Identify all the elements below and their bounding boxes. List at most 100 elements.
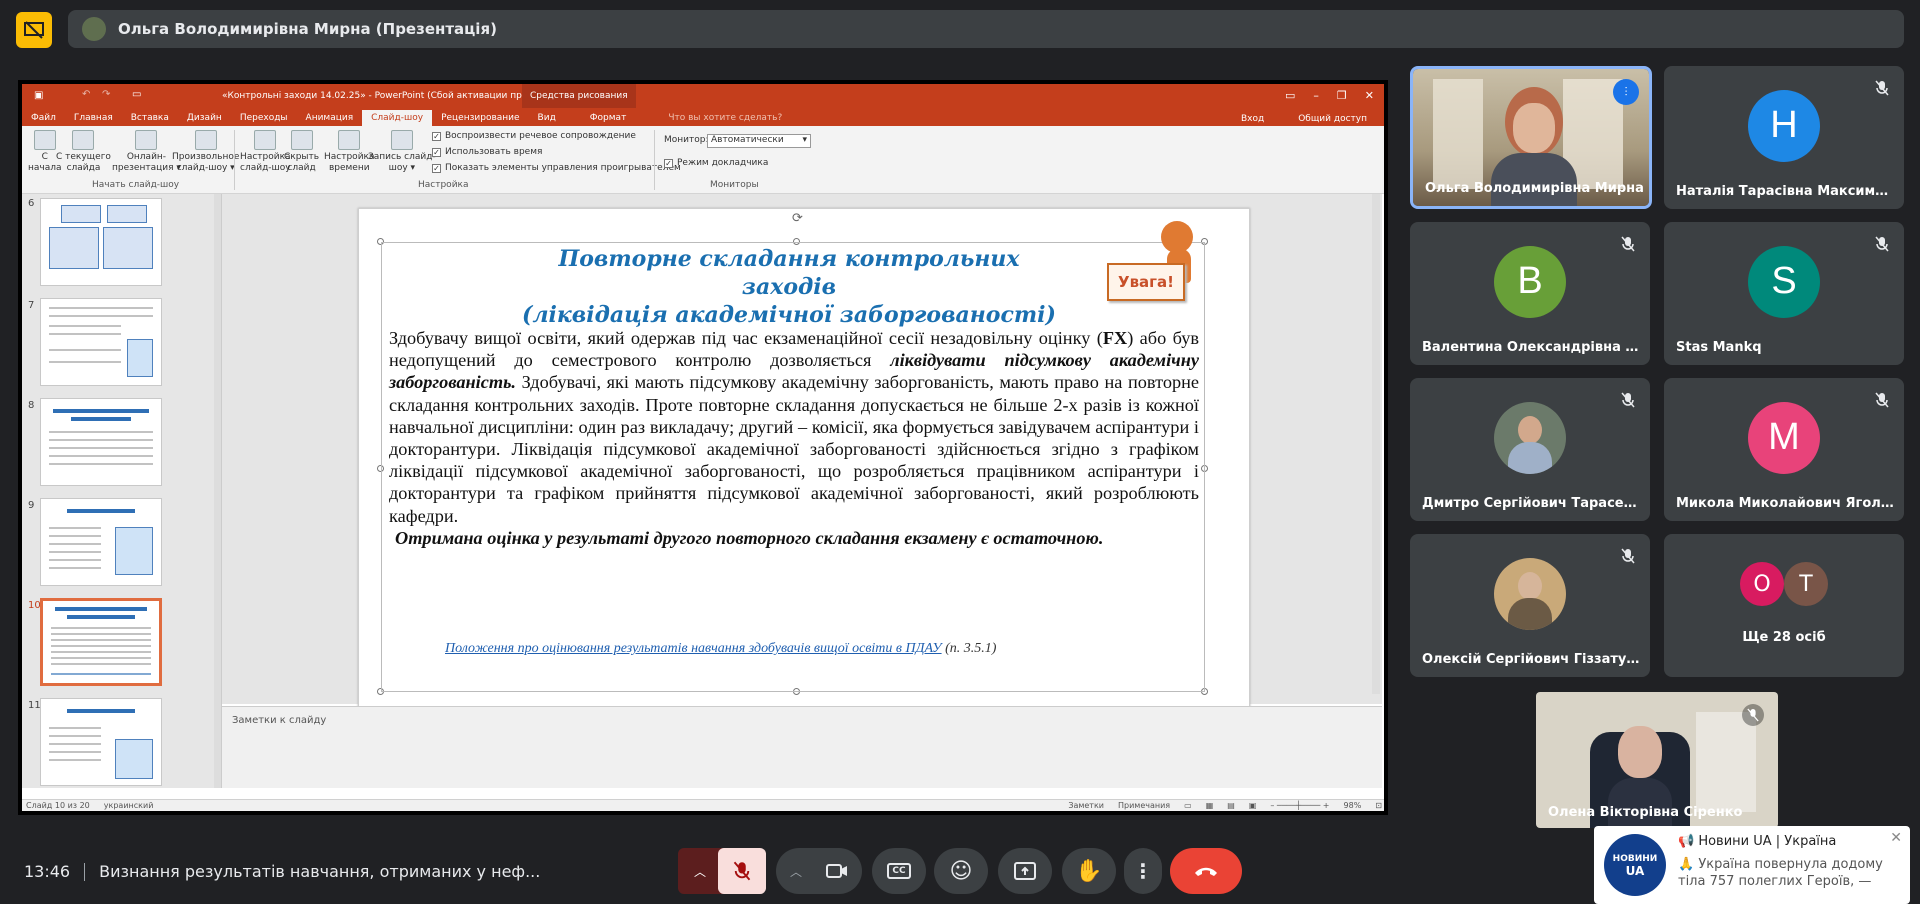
more-options-button[interactable]: ⋮ [1124, 848, 1162, 894]
thumb-line [51, 645, 151, 647]
presenter-view-checkbox[interactable]: ✓ Режим докладчика [664, 158, 768, 168]
hide-slide-button[interactable]: Скрыть слайд [284, 130, 319, 174]
menu-view[interactable]: Вид [529, 110, 565, 126]
meeting-info: 13:46 Визнання результатів навчання, отр… [24, 862, 540, 881]
meeting-title[interactable]: Визнання результатів навчання, отриманих… [99, 862, 540, 881]
tell-me-field[interactable]: Что вы хотите сделать? [659, 110, 791, 126]
canvas-scrollbar[interactable] [1372, 194, 1380, 694]
mic-off-icon [1872, 234, 1892, 254]
regulation-link-text[interactable]: Положення про оцінювання результатів нав… [445, 641, 942, 656]
online-presentation-button[interactable]: Онлайн-презентация ▾ [112, 130, 181, 174]
hide-icon [290, 130, 313, 150]
menu-transitions[interactable]: Переходы [231, 110, 297, 126]
rehearse-timings-button[interactable]: Настройка времени [324, 130, 375, 174]
thumb-line [49, 431, 153, 433]
menu-slideshow[interactable]: Слайд-шоу [362, 110, 433, 126]
photo-face [1518, 571, 1542, 600]
redo-icon[interactable]: ↷ [102, 89, 110, 100]
language-status[interactable]: украинский [104, 801, 154, 810]
camera-options-button[interactable]: ︿ [776, 848, 816, 894]
mic-toggle-button[interactable] [718, 848, 766, 894]
slide-thumbnail-6[interactable] [40, 198, 162, 286]
thumb-number: 10 [28, 600, 41, 611]
minimize-icon[interactable]: – [1313, 89, 1319, 102]
slideshow-view-icon[interactable]: ▣ [1249, 801, 1257, 810]
close-icon[interactable]: ✕ [1365, 89, 1374, 102]
menu-home[interactable]: Главная [65, 110, 122, 126]
captions-button[interactable]: CC [872, 848, 926, 894]
participant-tile[interactable]: S Stas Mankq [1664, 222, 1904, 365]
thumb-image [115, 739, 153, 779]
notes-pane[interactable]: Заметки к слайду [222, 706, 1382, 788]
close-icon[interactable]: ✕ [1890, 830, 1902, 846]
more-participants-tile[interactable]: О Т Ще 28 осіб [1664, 534, 1904, 677]
thumb-shape [49, 227, 99, 269]
divider [654, 130, 655, 190]
slide-thumbnail-11[interactable] [40, 698, 162, 786]
participant-tile[interactable]: Н Наталія Тарасівна Максимен... [1664, 66, 1904, 209]
participant-tile[interactable]: Дмитро Сергійович Тарасен... [1410, 378, 1650, 521]
slide-thumbnail-8[interactable] [40, 398, 162, 486]
raise-hand-button[interactable]: ✋ [1062, 848, 1116, 894]
push-notification[interactable]: НОВИНИ UA 📢 Новини UA | Україна 🙏 Україн… [1594, 826, 1910, 904]
use-timings-checkbox[interactable]: ✓ Использовать время [432, 147, 542, 157]
restore-icon[interactable]: ❐ [1337, 89, 1347, 102]
fit-slide-icon[interactable]: ⊡ [1375, 801, 1382, 810]
zoom-level[interactable]: 98% [1344, 801, 1362, 810]
menu-file[interactable]: Файл [22, 110, 65, 126]
leave-call-button[interactable] [1170, 848, 1242, 894]
photo-body [1508, 597, 1552, 630]
presentation-icon[interactable] [16, 12, 52, 48]
menu-review[interactable]: Рецензирование [432, 110, 528, 126]
menu-animation[interactable]: Анимация [297, 110, 363, 126]
regulation-link[interactable]: Положення про оцінювання результатів нав… [445, 641, 1145, 657]
emoji-icon: ☺ [949, 858, 973, 884]
thumbnail-scrollbar[interactable] [214, 194, 221, 788]
from-current-button[interactable]: С текущего слайда [56, 130, 111, 174]
group-setup-label: Настройка [418, 180, 469, 190]
thumb-line [51, 651, 151, 653]
record-slideshow-button[interactable]: Запись слайд-шоу ▾ [368, 130, 436, 174]
monitor-select[interactable]: Автоматически ▾ [707, 134, 811, 148]
narration-checkbox[interactable]: ✓ Воспроизвести речевое сопровождение [432, 131, 636, 141]
notes-toggle[interactable]: Заметки [1068, 801, 1104, 810]
comments-toggle[interactable]: Примечания [1118, 801, 1170, 810]
media-controls-checkbox[interactable]: ✓ Показать элементы управления проигрыват… [432, 163, 681, 173]
signin-link[interactable]: Вход [1232, 111, 1273, 127]
thumb-line [49, 333, 121, 335]
ribbon-display-icon[interactable]: ▭ [1285, 89, 1295, 102]
custom-slideshow-button[interactable]: Произвольное слайд-шоу ▾ [172, 130, 239, 174]
menu-format[interactable]: Формат [581, 110, 636, 126]
thumb-line [51, 633, 151, 635]
undo-icon[interactable]: ↶ [82, 89, 90, 100]
thumb-title [71, 417, 131, 421]
sorter-view-icon[interactable]: ▦ [1206, 801, 1214, 810]
camera-toggle-button[interactable] [814, 848, 860, 894]
present-button[interactable] [998, 848, 1052, 894]
share-button[interactable]: Общий доступ [1289, 111, 1376, 127]
thumb-line [49, 349, 121, 351]
rotate-handle-icon[interactable]: ⟳ [792, 211, 803, 226]
save-icon[interactable]: ▣ [34, 90, 43, 101]
btn-l2: презентация ▾ [112, 163, 181, 173]
menu-design[interactable]: Дизайн [178, 110, 231, 126]
slide-thumbnail-7[interactable] [40, 298, 162, 386]
reactions-button[interactable]: ☺ [934, 848, 988, 894]
checkbox-label: Использовать время [445, 147, 543, 157]
self-view-tile[interactable]: Олена Вікторівна Сіренко [1536, 692, 1778, 828]
open-icon[interactable]: ▭ [132, 89, 141, 100]
menu-insert[interactable]: Вставка [122, 110, 178, 126]
monitor-value: Автоматически [711, 135, 784, 145]
normal-view-icon[interactable]: ▭ [1184, 801, 1192, 810]
participant-tile[interactable]: М Микола Миколайович Яголь... [1664, 378, 1904, 521]
mic-options-button[interactable]: ︿ [678, 848, 722, 894]
participant-tile-active[interactable]: ⫶ Ольга Володимирівна Мирна [1410, 66, 1652, 209]
participant-tile[interactable]: В Валентина Олександрівна Є... [1410, 222, 1650, 365]
slide-thumbnail-9[interactable] [40, 498, 162, 586]
slide-thumbnail-10[interactable] [40, 598, 162, 686]
participant-name: Наталія Тарасівна Максимен... [1676, 184, 1896, 199]
participant-tile[interactable]: Олексій Сергійович Гіззатул... [1410, 534, 1650, 677]
zoom-slider[interactable]: – ────┼──── + [1270, 801, 1329, 810]
reading-view-icon[interactable]: ▤ [1227, 801, 1235, 810]
thumb-line [49, 727, 101, 729]
